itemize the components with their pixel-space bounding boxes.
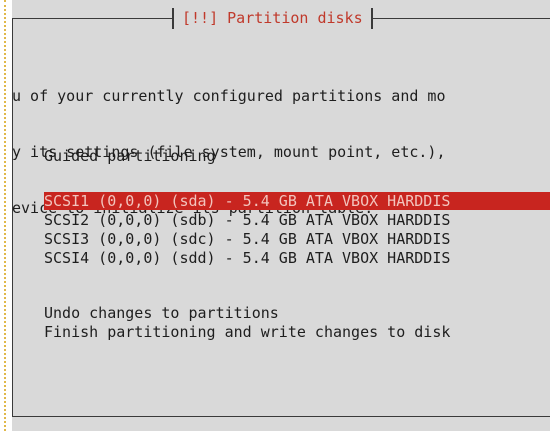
dialog-bottom-frame [12,416,550,417]
menu-item-disk-sdb[interactable]: SCSI2 (0,0,0) (sdb) - 5.4 GB ATA VBOX HA… [44,211,550,229]
menu-item-finish-partitioning[interactable]: Finish partitioning and write changes to… [44,323,550,341]
menu-item-undo-changes[interactable]: Undo changes to partitions [44,304,550,322]
dialog-title: [!!] Partition disks [172,8,373,29]
menu-item-guided-partitioning[interactable]: Guided partitioning [44,147,550,165]
menu-item-disk-sdc[interactable]: SCSI3 (0,0,0) (sdc) - 5.4 GB ATA VBOX HA… [44,230,550,248]
left-dotted-border [4,0,6,431]
description-line: u of your currently configured partition… [12,87,446,105]
menu-item-disk-sdd[interactable]: SCSI4 (0,0,0) (sdd) - 5.4 GB ATA VBOX HA… [44,249,550,267]
menu-item-disk-sda[interactable]: SCSI1 (0,0,0) (sda) - 5.4 GB ATA VBOX HA… [44,192,550,210]
